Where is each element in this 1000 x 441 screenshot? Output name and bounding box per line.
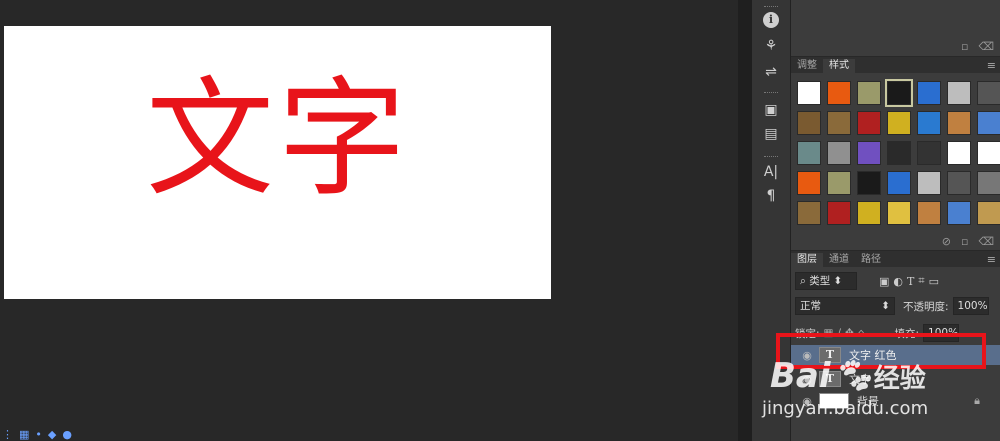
paragraph-icon[interactable]: ¶ xyxy=(761,186,781,206)
style-swatch[interactable] xyxy=(857,171,881,195)
style-swatch[interactable] xyxy=(947,201,971,225)
info-icon[interactable]: i xyxy=(763,12,779,28)
layers-icon[interactable]: ▣ xyxy=(761,100,781,120)
panel-top-area: ▫ ⌫ xyxy=(791,0,1000,56)
blend-mode-value: 正常 xyxy=(800,300,821,312)
grip-handle[interactable] xyxy=(764,92,778,95)
filter-pixel-icon[interactable]: ▣ xyxy=(879,275,889,288)
paw-icon: 🐾︎ xyxy=(830,356,874,396)
search-icon: ⌕ xyxy=(800,275,810,287)
style-swatch[interactable] xyxy=(827,111,851,135)
style-swatch[interactable] xyxy=(857,111,881,135)
panel-menu-icon[interactable]: ≡ xyxy=(987,253,1000,267)
style-swatch[interactable] xyxy=(917,141,941,165)
network-icon[interactable]: ⋮ xyxy=(2,428,13,441)
watermark-url: jingyan.baidu.com xyxy=(762,398,929,419)
no-style-icon[interactable]: ⊘ xyxy=(942,235,951,248)
styles-panel-footer: ⊘ ▫ ⌫ xyxy=(942,235,994,248)
style-swatch[interactable] xyxy=(857,141,881,165)
style-swatch[interactable] xyxy=(797,141,821,165)
panel-divider[interactable] xyxy=(738,0,752,441)
style-swatch[interactable] xyxy=(887,111,911,135)
style-swatch[interactable] xyxy=(977,111,1000,135)
layer-filter-select[interactable]: ⌕ 类型 ⬍ xyxy=(795,272,857,290)
styles-grid xyxy=(791,73,1000,231)
style-swatch[interactable] xyxy=(947,171,971,195)
grip-handle[interactable] xyxy=(764,156,778,159)
style-swatch[interactable] xyxy=(977,81,1000,105)
new-icon[interactable]: ▫ xyxy=(961,40,968,53)
watermark-brand-cn: 经验 xyxy=(873,364,926,394)
style-swatch[interactable] xyxy=(917,111,941,135)
style-swatch[interactable] xyxy=(917,81,941,105)
brush-icon[interactable]: ⚘ xyxy=(761,36,781,56)
character-icon[interactable]: A| xyxy=(761,162,781,182)
layer-filter-label: 类型 xyxy=(809,275,831,287)
app-icon[interactable]: ● xyxy=(62,428,72,441)
document-workspace: 文字 ⋮ ▦ • ◆ ● xyxy=(0,0,738,441)
style-swatch[interactable] xyxy=(827,171,851,195)
filter-adjust-icon[interactable]: ◐ xyxy=(893,275,903,288)
style-swatch[interactable] xyxy=(797,171,821,195)
style-swatch[interactable] xyxy=(977,201,1000,225)
style-swatch[interactable] xyxy=(947,111,971,135)
grip-handle[interactable] xyxy=(764,6,778,9)
styles-panel: 调整 样式 ≡ ⊘ ▫ ⌫ xyxy=(791,57,1000,250)
tab-styles[interactable]: 样式 xyxy=(823,59,855,73)
blend-mode-select[interactable]: 正常 ⬍ xyxy=(795,297,895,315)
shield-icon[interactable]: ◆ xyxy=(48,428,56,441)
watermark-brand: Bai xyxy=(770,356,831,396)
style-swatch[interactable] xyxy=(797,81,821,105)
style-swatch[interactable] xyxy=(917,201,941,225)
style-swatch[interactable] xyxy=(947,81,971,105)
filter-smart-icon[interactable]: ▭ xyxy=(929,275,939,288)
style-swatch[interactable] xyxy=(827,141,851,165)
style-swatch[interactable] xyxy=(887,201,911,225)
adjust-icon[interactable]: ⇌ xyxy=(761,62,781,82)
document-canvas[interactable]: 文字 xyxy=(4,26,551,299)
top-panel-footer: ▫ ⌫ xyxy=(961,40,994,53)
layers-panel-tabs: 图层 通道 路径 ≡ xyxy=(791,251,1000,267)
styles-panel-tabs: 调整 样式 ≡ xyxy=(791,57,1000,73)
lock-icon: 🔒︎ xyxy=(974,394,980,407)
style-swatch[interactable] xyxy=(857,201,881,225)
style-swatch[interactable] xyxy=(797,111,821,135)
style-swatch[interactable] xyxy=(917,171,941,195)
layer-filter-row: ⌕ 类型 ⬍ ▣ ◐ T ⌗ ▭ xyxy=(795,272,939,290)
style-swatch[interactable] xyxy=(977,141,1000,165)
tab-channels[interactable]: 通道 xyxy=(823,253,855,267)
new-style-icon[interactable]: ▫ xyxy=(961,235,968,248)
delete-icon[interactable]: ⌫ xyxy=(978,235,994,248)
style-swatch[interactable] xyxy=(857,81,881,105)
tab-layers[interactable]: 图层 xyxy=(791,253,823,267)
keyboard-icon[interactable]: ▦ xyxy=(19,428,29,441)
canvas-text-layer[interactable]: 文字 xyxy=(146,76,410,204)
style-swatch[interactable] xyxy=(797,201,821,225)
style-swatch[interactable] xyxy=(827,201,851,225)
style-swatch[interactable] xyxy=(887,141,911,165)
opacity-input[interactable]: 100% xyxy=(952,297,989,315)
style-swatch[interactable] xyxy=(827,81,851,105)
filter-type-icon[interactable]: T xyxy=(907,275,914,288)
filter-shape-icon[interactable]: ⌗ xyxy=(918,274,924,288)
trash-icon[interactable]: ⌫ xyxy=(978,40,994,53)
watermark-logo: Bai🐾︎经验 xyxy=(770,356,926,396)
style-swatch[interactable] xyxy=(977,171,1000,195)
tab-paths[interactable]: 路径 xyxy=(855,253,887,267)
style-swatch[interactable] xyxy=(947,141,971,165)
style-swatch[interactable] xyxy=(887,171,911,195)
tab-adjustments[interactable]: 调整 xyxy=(791,59,823,73)
opacity-label: 不透明度: xyxy=(903,300,949,313)
panel-menu-icon[interactable]: ≡ xyxy=(987,59,1000,73)
settings-icon[interactable]: • xyxy=(35,428,42,441)
style-swatch[interactable] xyxy=(885,79,913,107)
document-icon[interactable]: ▤ xyxy=(761,124,781,144)
blend-row: 正常 ⬍ 不透明度: 100% xyxy=(795,297,989,315)
taskbar-tray: ⋮ ▦ • ◆ ● xyxy=(0,428,102,441)
